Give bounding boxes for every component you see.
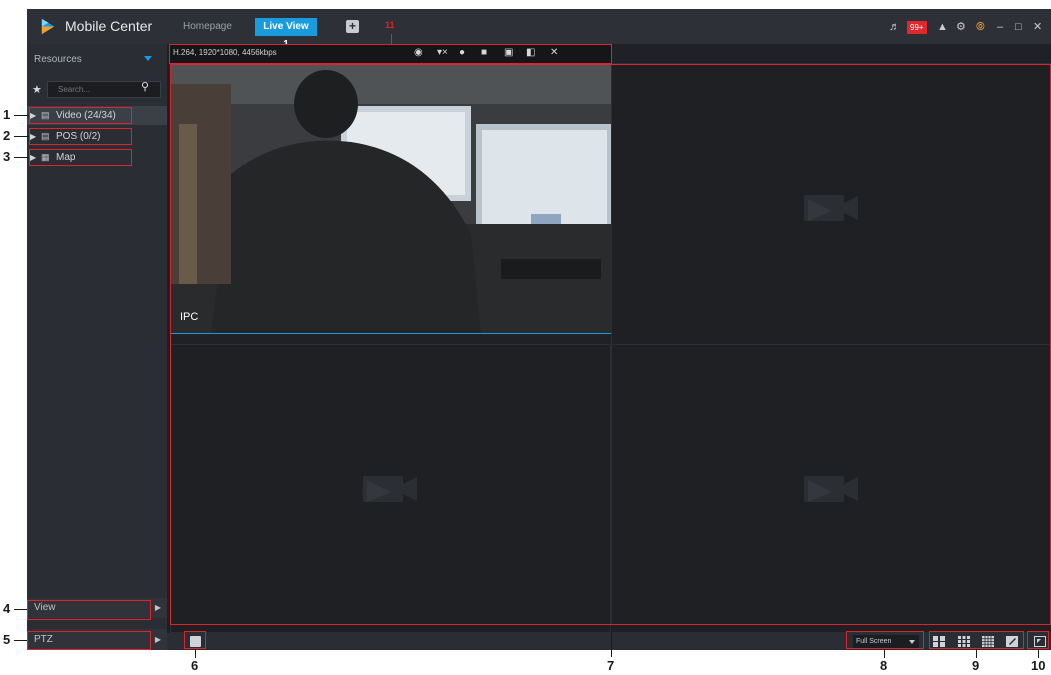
- tab-live-view[interactable]: Live View 1: [255, 18, 317, 50]
- annotation-box-10: [1027, 631, 1049, 649]
- annotation-box-7: [170, 64, 1051, 625]
- annotation-box-4: [27, 600, 151, 620]
- user-icon[interactable]: ▲: [937, 18, 948, 36]
- app-title: Mobile Center: [65, 18, 153, 34]
- leader-line: [195, 649, 196, 658]
- title-bar: Mobile Center Homepage Live View 1 + ♬ 9…: [27, 9, 1051, 50]
- callout-2: 2: [3, 128, 11, 143]
- callout-1: 1: [3, 107, 11, 122]
- performance-icon[interactable]: ⦾: [976, 18, 985, 36]
- leader-line: [976, 649, 977, 658]
- sidebar-header: Resources: [34, 54, 82, 65]
- leader-line: [14, 640, 27, 641]
- alarm-sound-icon[interactable]: ♬: [889, 18, 900, 36]
- callout-5: 5: [3, 632, 11, 647]
- callout-4: 4: [3, 601, 11, 616]
- restore-button[interactable]: □: [1015, 18, 1022, 36]
- favorite-star-icon[interactable]: ★: [32, 83, 42, 96]
- gear-icon[interactable]: ⚙: [956, 18, 966, 36]
- callout-10: 10: [1031, 658, 1046, 673]
- leader-line: [14, 115, 29, 116]
- annotation-box-3: [29, 149, 132, 166]
- annotation-box-9: [929, 631, 1024, 649]
- callout-11: 11: [385, 20, 395, 30]
- callout-6: 6: [191, 658, 199, 673]
- callout-3: 3: [3, 149, 11, 164]
- annotation-box-2: [29, 128, 132, 145]
- alarm-count-badge[interactable]: 99+: [907, 21, 927, 34]
- annotation-box-5: [27, 631, 151, 650]
- callout-9: 9: [972, 658, 980, 673]
- minimize-button[interactable]: –: [997, 18, 1003, 36]
- leader-line: [14, 609, 27, 610]
- chevron-right-icon: ▶: [154, 603, 161, 612]
- leader-line: [1038, 649, 1039, 658]
- leader-line: [611, 625, 612, 657]
- leader-line: [884, 649, 885, 658]
- annotation-box-8: [846, 631, 924, 649]
- close-button[interactable]: ✕: [1033, 18, 1042, 36]
- leader-line: [391, 34, 392, 44]
- app-logo-icon: [41, 18, 55, 35]
- add-tab-icon[interactable]: +: [346, 20, 359, 33]
- leader-line: [14, 136, 29, 137]
- annotation-box-11: [169, 44, 612, 64]
- leader-line: [14, 157, 29, 158]
- annotation-box-1: [29, 107, 132, 124]
- chevron-down-icon[interactable]: [144, 56, 152, 61]
- chevron-right-icon: ▶: [154, 635, 161, 644]
- callout-8: 8: [880, 658, 888, 673]
- search-icon[interactable]: ⚲: [141, 80, 149, 93]
- tab-homepage[interactable]: Homepage: [177, 18, 238, 36]
- callout-7: 7: [607, 658, 615, 673]
- annotation-box-6: [184, 631, 206, 649]
- screenshot-root: Mobile Center Homepage Live View 1 + ♬ 9…: [0, 0, 1051, 675]
